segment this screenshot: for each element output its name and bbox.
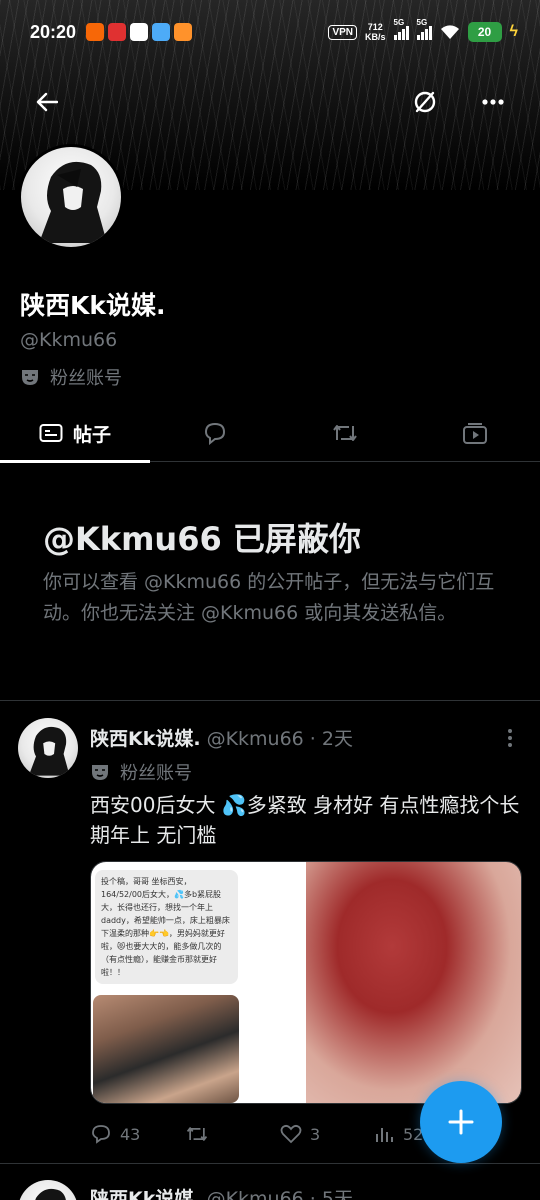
- status-clock: 20:20: [30, 21, 77, 42]
- profile-nav-bar: [0, 82, 540, 122]
- tweet-fan-badge-label: 粉丝账号: [120, 763, 192, 784]
- tweet-media[interactable]: 投个稿，哥哥 坐标西安，164/52/00后女大，💦多b紧屁股大，长得也还行，想…: [90, 861, 522, 1104]
- chat-photo: [93, 995, 239, 1103]
- profile-handle: @Kkmu66: [20, 329, 118, 351]
- app-notification-icon: [86, 23, 105, 41]
- network-speed-value: 712: [367, 22, 383, 32]
- heart-icon: [280, 1124, 302, 1144]
- like-button[interactable]: 3: [280, 1124, 375, 1144]
- wifi-icon: [440, 24, 460, 40]
- reply-button[interactable]: 43: [90, 1124, 185, 1144]
- signal-icon: 5G: [393, 18, 409, 40]
- tweet-more-button[interactable]: [498, 726, 522, 750]
- plus-icon: [448, 1109, 474, 1135]
- tweet-image-screenshot[interactable]: 投个稿，哥哥 坐标西安，164/52/00后女大，💦多b紧屁股大，长得也还行，想…: [91, 862, 306, 1103]
- app-notification-icon: [130, 23, 149, 41]
- anime-character-avatar: [35, 1189, 66, 1200]
- posts-icon: [39, 424, 63, 442]
- tab-posts-label: 帖子: [72, 423, 111, 446]
- views-icon: [376, 1128, 393, 1142]
- replies-icon: [204, 422, 226, 445]
- network-speed: 712 KB/s: [365, 22, 386, 42]
- retweet-icon: [186, 1127, 208, 1141]
- back-button[interactable]: [27, 82, 67, 122]
- app-notification-icon: [108, 23, 127, 41]
- anime-character-avatar: [39, 161, 107, 243]
- tweet-header: 陕西Kk说媒. @Kkmu66 · 2天: [90, 724, 353, 751]
- tweet-fan-badge: 粉丝账号: [90, 759, 192, 785]
- tab-replies[interactable]: [150, 404, 280, 462]
- network-speed-unit: KB/s: [365, 32, 386, 42]
- blocked-description: 你可以查看 @Kkmu66 的公开帖子，但无法与它们互动。你也无法关注 @Kkm…: [43, 571, 495, 624]
- chat-message-bubble: 投个稿，哥哥 坐标西安，164/52/00后女大，💦多b紧屁股大，长得也还行，想…: [95, 870, 238, 984]
- more-options-button[interactable]: [473, 82, 513, 122]
- signal-icon: 5G: [416, 18, 432, 40]
- tweet-divider: [0, 1163, 540, 1164]
- tweet-author-handle: @Kkmu66: [206, 1188, 304, 1200]
- app-notification-icon: [152, 23, 171, 41]
- block-status-button[interactable]: [405, 82, 445, 122]
- tweet-author-handle: @Kkmu66: [206, 728, 304, 750]
- vpn-badge: VPN: [328, 24, 358, 40]
- retweet-icon: [333, 425, 357, 441]
- tab-media[interactable]: [410, 404, 540, 462]
- tweet-avatar[interactable]: [18, 1180, 78, 1200]
- tweet-timestamp: · 5天: [309, 1188, 353, 1200]
- section-divider: [0, 700, 540, 701]
- mask-icon: [92, 765, 108, 780]
- charging-icon: ϟ: [509, 23, 518, 40]
- reply-count: 43: [120, 1124, 141, 1144]
- profile-avatar[interactable]: [18, 144, 124, 250]
- tweet-text: 西安00后女大 💦多紧致 身材好 有点性瘾找个长期年上 无门槛: [90, 793, 520, 847]
- mask-icon: [22, 370, 38, 385]
- app-notification-icon: [174, 23, 193, 41]
- tweet-author-name[interactable]: 陕西Kk说媒.: [90, 1184, 201, 1200]
- tab-posts[interactable]: 帖子: [0, 404, 150, 463]
- sim1-label: 5G: [393, 18, 405, 27]
- notification-app-icons: [86, 23, 193, 41]
- like-count: 3: [310, 1124, 321, 1144]
- tab-reposts[interactable]: [280, 404, 410, 462]
- tweet-image-blurred[interactable]: [306, 862, 521, 1103]
- media-icon: [463, 423, 487, 444]
- anime-character-avatar: [28, 726, 70, 776]
- fan-account-badge: 粉丝账号: [20, 364, 122, 390]
- tweet-timestamp: · 2天: [309, 728, 353, 750]
- repost-button[interactable]: [185, 1124, 280, 1144]
- tweet-avatar[interactable]: [18, 718, 78, 778]
- more-horizontal-icon: [482, 99, 504, 105]
- status-bar: 20:20 VPN 712 KB/s 5G 5G 20 ϟ: [0, 0, 540, 64]
- more-vertical-icon: [508, 729, 512, 747]
- tweet-author-name[interactable]: 陕西Kk说媒.: [90, 724, 201, 751]
- sim2-label: 5G: [416, 18, 428, 27]
- arrow-left-icon: [36, 92, 58, 112]
- blocked-title: @Kkmu66 已屏蔽你: [43, 520, 361, 558]
- blocked-icon: [414, 91, 436, 113]
- profile-tabs: 帖子: [0, 404, 540, 463]
- fan-account-label: 粉丝账号: [50, 368, 122, 389]
- profile-display-name: 陕西Kk说媒.: [20, 291, 166, 320]
- reply-icon: [92, 1125, 110, 1144]
- tweet-header: 陕西Kk说媒. @Kkmu66 · 5天: [90, 1184, 353, 1200]
- battery-icon: 20: [467, 22, 502, 42]
- compose-button[interactable]: [420, 1081, 502, 1163]
